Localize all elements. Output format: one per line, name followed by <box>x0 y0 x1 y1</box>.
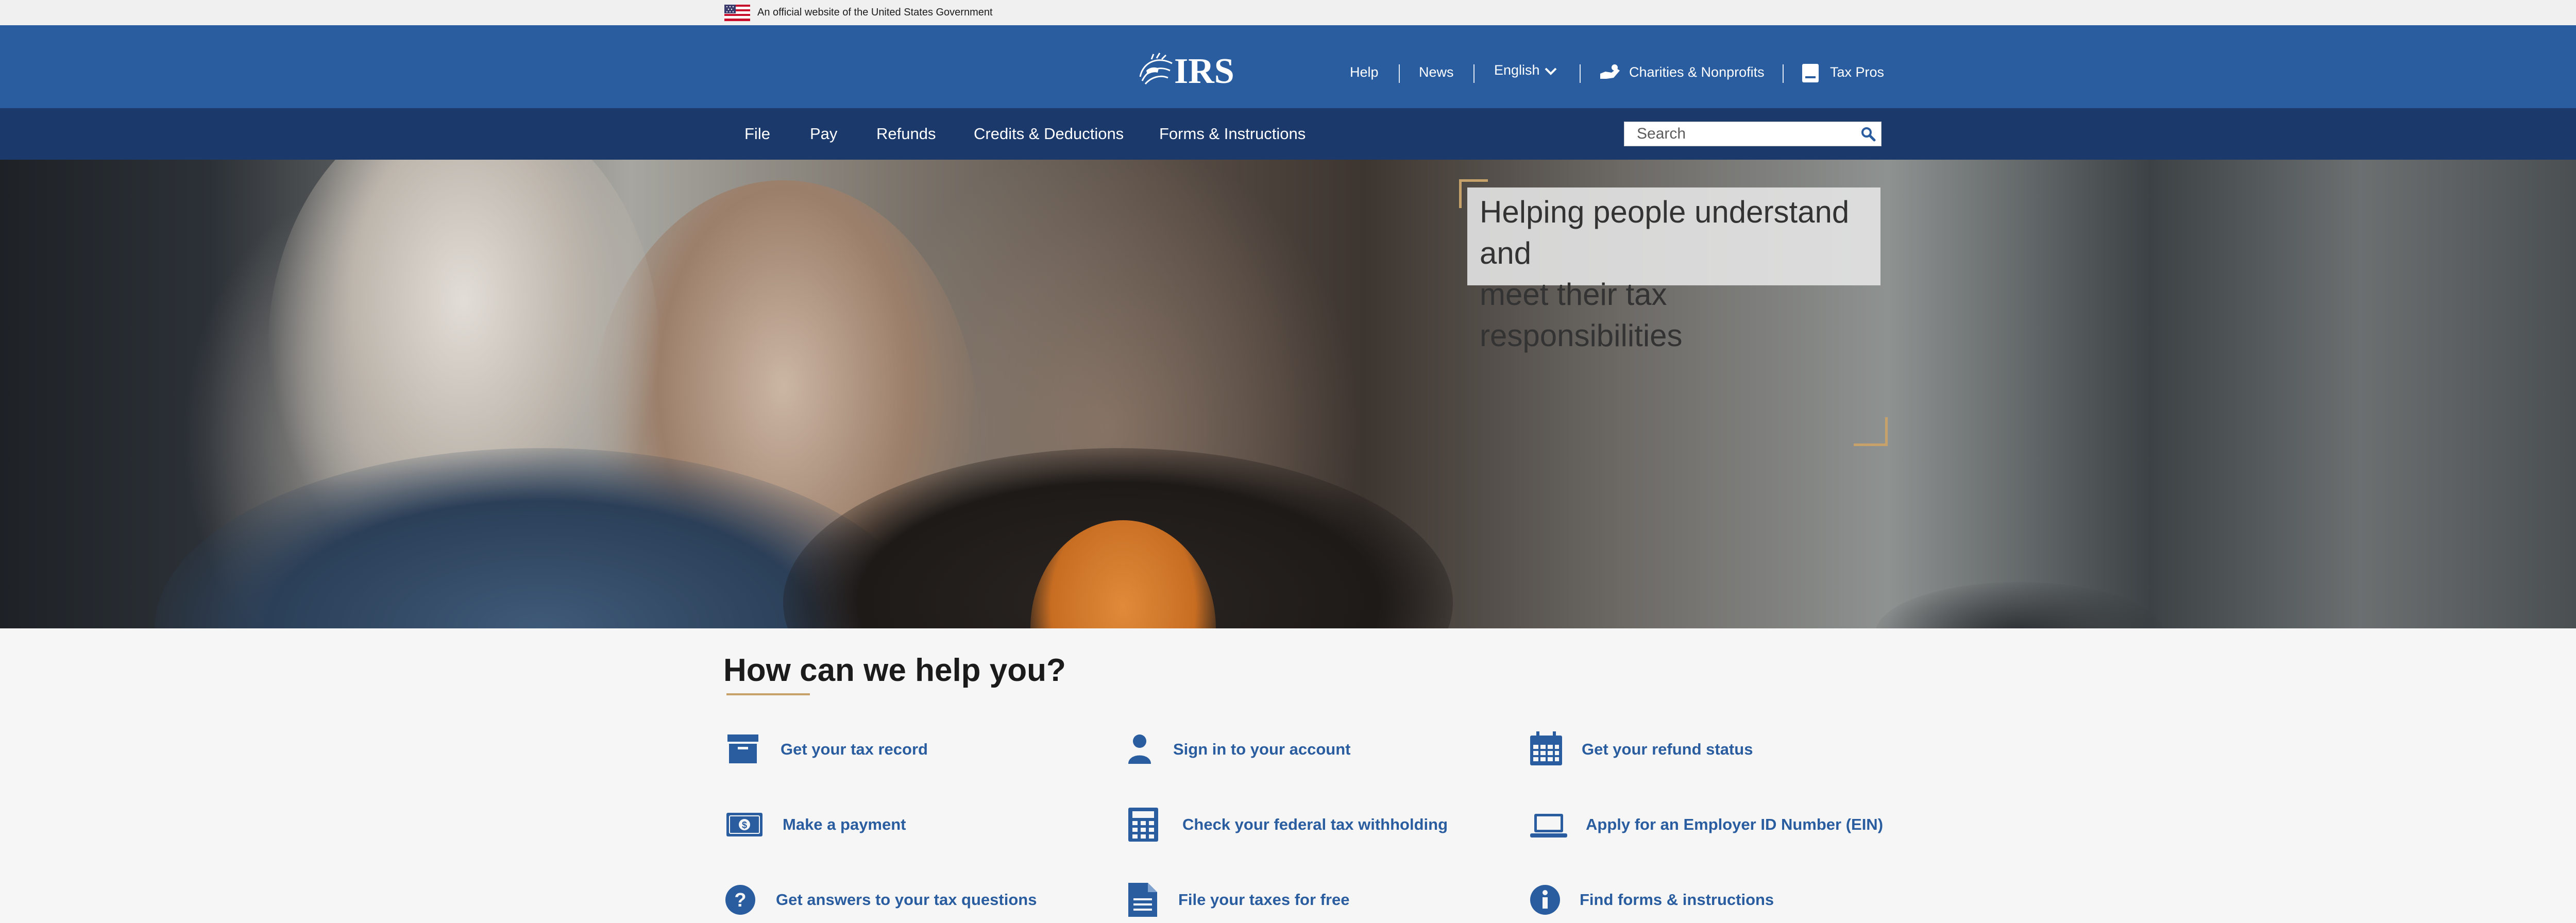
task-link-tax-record[interactable]: Get your tax record <box>781 739 928 760</box>
nav-item-pay[interactable]: Pay <box>810 124 837 144</box>
hero-photo <box>0 160 2576 628</box>
main-nav: File Pay Refunds Credits & Deductions Fo… <box>0 108 2576 160</box>
charity-hand-icon <box>1600 64 1620 79</box>
language-selector[interactable]: English <box>1494 61 1540 79</box>
nav-item-file[interactable]: File <box>744 124 770 144</box>
task-link-forms-instructions[interactable]: Find forms & instructions <box>1580 890 1774 910</box>
task-link-refund-status[interactable]: Get your refund status <box>1582 739 1753 760</box>
help-link[interactable]: Help <box>1350 63 1379 81</box>
help-section-heading: How can we help you? <box>723 653 1066 688</box>
archive-box-icon <box>727 734 758 763</box>
hero-tagline-line1: Helping people understand and <box>1480 195 1850 270</box>
document-icon <box>1128 883 1157 917</box>
task-link-file-free[interactable]: File your taxes for free <box>1178 890 1350 910</box>
dollar-bill-icon: $ <box>726 813 762 836</box>
svg-text:?: ? <box>734 890 746 911</box>
tax-pros-icon <box>1802 64 1819 82</box>
header-divider <box>1399 64 1400 83</box>
hero-corner-bracket <box>1854 417 1888 446</box>
gov-banner-text: An official website of the United States… <box>757 7 993 18</box>
task-link-tax-withholding[interactable]: Check your federal tax withholding <box>1182 814 1448 835</box>
hero-tagline-line2: meet their tax responsibilities <box>1480 277 1683 353</box>
person-icon <box>1128 734 1151 764</box>
gov-banner: An official website of the United States… <box>0 0 2576 25</box>
question-circle-icon: ? <box>725 885 755 915</box>
header-divider <box>1580 64 1581 83</box>
hero-banner <box>0 160 2576 628</box>
task-link-apply-ein[interactable]: Apply for an Employer ID Number (EIN) <box>1586 814 1883 835</box>
search-input[interactable] <box>1624 122 1851 146</box>
hero-tagline-box: Helping people understand and meet their… <box>1467 187 1880 353</box>
svg-text:$: $ <box>742 820 747 830</box>
nav-item-refunds[interactable]: Refunds <box>876 124 936 144</box>
task-link-sign-in[interactable]: Sign in to your account <box>1173 739 1350 760</box>
header-divider <box>1783 64 1784 83</box>
irs-homepage: An official website of the United States… <box>0 0 2576 923</box>
calendar-icon <box>1530 731 1562 765</box>
hero-tagline: Helping people understand and meet their… <box>1480 192 1876 356</box>
irs-logo-text: IRS <box>1174 52 1234 88</box>
chevron-down-icon[interactable] <box>1545 67 1557 75</box>
info-circle-icon <box>1530 885 1560 915</box>
calculator-icon <box>1128 808 1158 842</box>
nav-item-forms-instructions[interactable]: Forms & Instructions <box>1159 124 1306 144</box>
heading-underline <box>726 693 810 695</box>
nav-item-credits-deductions[interactable]: Credits & Deductions <box>974 124 1124 144</box>
news-link[interactable]: News <box>1419 63 1454 81</box>
charities-nonprofits-link[interactable]: Charities & Nonprofits <box>1629 63 1765 81</box>
task-link-tax-questions[interactable]: Get answers to your tax questions <box>776 890 1037 910</box>
task-link-make-payment[interactable]: Make a payment <box>783 814 906 835</box>
top-header: IRS Help News English Charities & Nonpro… <box>0 25 2576 108</box>
irs-logo[interactable]: IRS <box>1136 50 1245 88</box>
us-flag-icon <box>724 5 750 21</box>
header-divider <box>1473 64 1475 83</box>
tax-pros-link[interactable]: Tax Pros <box>1830 63 1884 81</box>
search-box <box>1624 122 1882 146</box>
laptop-icon <box>1530 814 1567 837</box>
search-icon[interactable] <box>1860 126 1876 142</box>
